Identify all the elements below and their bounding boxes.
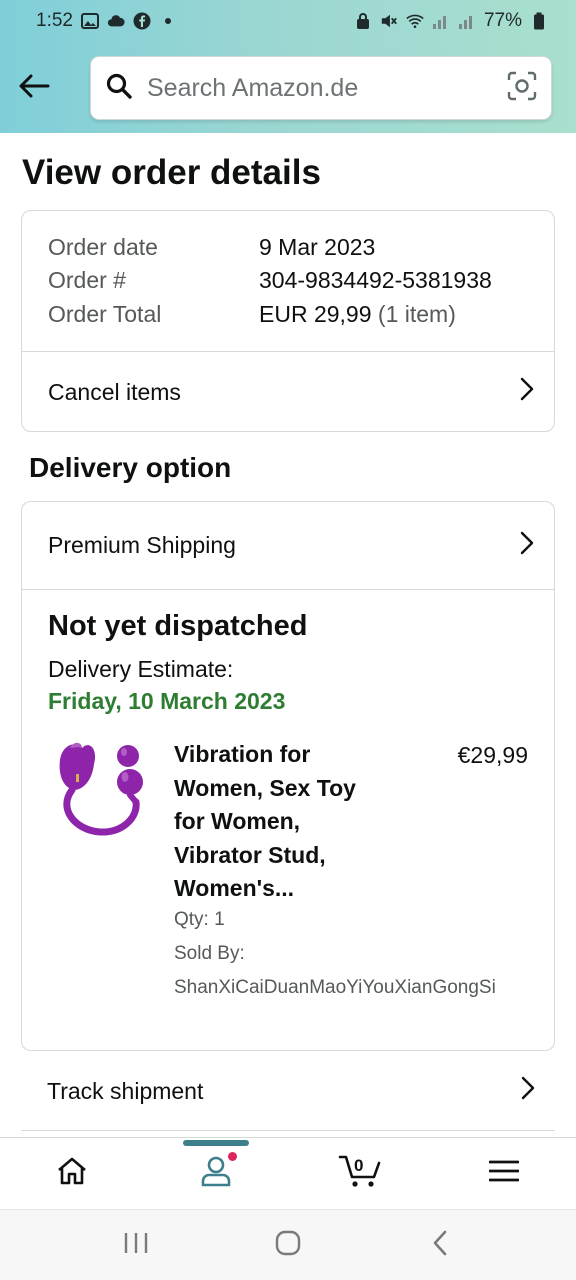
chevron-right-icon [520,531,534,561]
order-total-row: Order Total EUR 29,99 (1 item) [48,301,456,328]
status-bar: 1:52 77% [0,0,576,42]
product-title-line: Vibration for [174,741,311,767]
track-shipment-section: Track shipment [21,1051,555,1131]
home-icon [56,1156,88,1191]
product-title-line: for Women, [174,808,301,834]
battery-percent: 77% [483,10,522,31]
order-total-items: (1 item) [377,301,456,327]
arrow-left-icon [18,73,50,104]
chevron-right-icon [520,377,534,407]
cart-count: 0 [354,1155,364,1175]
shipping-option-label: Premium Shipping [48,532,236,558]
nav-menu[interactable] [464,1144,544,1204]
order-number-label: Order # [48,267,126,293]
nav-account[interactable] [176,1139,256,1204]
chevron-right-icon [521,1076,535,1106]
bottom-navigation: 0 [0,1137,576,1209]
search-bar[interactable] [90,56,552,120]
image-icon [80,12,99,30]
account-icon [199,1154,233,1193]
divider [22,589,554,590]
back-system-button[interactable] [410,1221,470,1269]
status-time: 1:52 [36,10,73,31]
cancel-items-label: Cancel items [48,378,181,405]
order-date-value: 9 Mar 2023 [259,234,376,260]
wifi-icon [406,12,424,30]
product-title-line: Women's... [174,875,295,901]
battery-icon [530,12,548,30]
track-shipment-label: Track shipment [47,1077,204,1104]
order-number-row: Order # 304-9834492-5381938 [48,267,492,294]
order-total-label: Order Total [48,301,162,327]
recents-button[interactable] [106,1221,166,1269]
mute-icon [380,12,398,30]
home-button-icon [274,1229,302,1262]
product-quantity: Qty: 1 [174,909,225,930]
shipping-option-link[interactable]: Premium Shipping [22,502,554,589]
facebook-icon [133,12,151,30]
signal-icon [458,12,476,30]
dot-icon [159,12,177,30]
product-price: €29,99 [457,742,528,768]
back-button[interactable] [14,66,54,110]
track-shipment-link[interactable]: Track shipment [21,1051,555,1131]
cancel-items-link[interactable]: Cancel items [22,352,554,432]
recents-icon [123,1231,149,1260]
order-date-row: Order date 9 Mar 2023 [48,234,375,261]
order-date-label: Order date [48,234,158,260]
delivery-estimate-date: Friday, 10 March 2023 [48,688,286,714]
seller-name[interactable]: ShanXiCaiDuanMaoYiYouXianGongSi [174,977,496,999]
menu-icon [488,1159,520,1188]
shipment-status: Not yet dispatched [48,610,308,642]
home-system-button[interactable] [258,1221,318,1269]
signal-icon [432,12,450,30]
order-number-value: 304-9834492-5381938 [259,267,492,293]
status-right: 77% [354,10,548,32]
cloud-icon [107,12,125,30]
nav-home[interactable] [32,1144,112,1204]
product-title-link[interactable]: Vibration for Women, Sex Toy for Women, … [174,738,406,906]
search-icon [105,72,133,105]
sold-by-label: Sold By: [174,943,245,964]
order-total-amount: EUR 29,99 [259,301,372,327]
product-title-line: Women, Sex Toy [174,774,356,801]
system-navigation-bar [0,1209,576,1280]
notification-dot [228,1151,237,1161]
camera-scan-icon[interactable] [507,71,537,106]
order-summary-card: Order date 9 Mar 2023 Order # 304-983449… [21,210,555,432]
lock-icon [354,12,372,30]
status-left: 1:52 [36,10,177,32]
product-image[interactable] [52,738,148,844]
delivery-card: Premium Shipping Not yet dispatched Deli… [21,501,555,1051]
back-icon [431,1229,449,1262]
delivery-estimate-label: Delivery Estimate: [48,656,234,682]
delivery-section-title: Delivery option [29,452,232,483]
search-input[interactable] [147,68,507,108]
product-title-line: Vibrator Stud, [174,841,326,868]
order-total-value: EUR 29,99 (1 item) [259,301,456,328]
active-tab-indicator [183,1139,249,1146]
nav-cart[interactable]: 0 [320,1144,400,1204]
page-title: View order details [22,153,321,192]
